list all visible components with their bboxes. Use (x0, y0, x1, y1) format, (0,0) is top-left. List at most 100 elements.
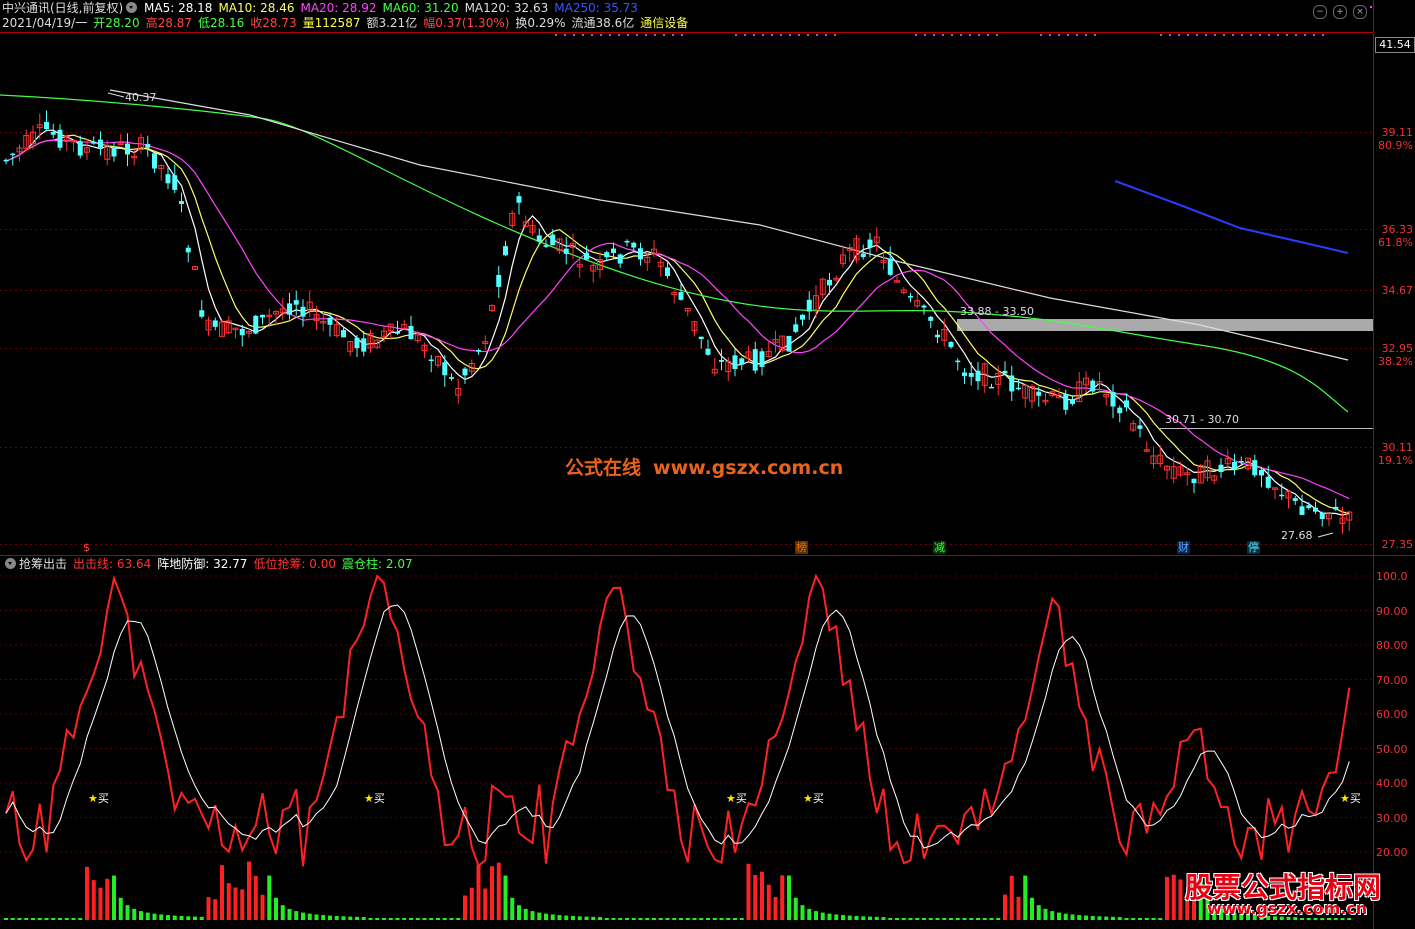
candle (401, 319, 408, 329)
candle (1279, 483, 1285, 500)
candle (509, 210, 516, 229)
candle (651, 239, 657, 257)
candle (253, 314, 259, 335)
candle (442, 355, 448, 387)
dropdown-icon[interactable] (5, 558, 16, 569)
ma-label: MA120: 32.63 (464, 1, 549, 15)
candle (367, 329, 374, 353)
candle (1232, 453, 1237, 476)
axis-tick-label: 32.95 (1381, 342, 1414, 355)
event-marker[interactable]: 榜 (795, 541, 808, 554)
candle (158, 164, 165, 181)
stock-title[interactable]: 中兴通讯(日线,前复权) (2, 1, 123, 15)
candle (1117, 405, 1123, 423)
candle (77, 135, 83, 159)
candle (759, 348, 765, 376)
candle (928, 315, 934, 329)
volume-bars (4, 861, 1352, 920)
axis-tick-label: 61.8% (1378, 236, 1413, 249)
candle (179, 192, 184, 213)
quote-field: 开28.20 (93, 16, 140, 30)
candle (1150, 446, 1157, 469)
candle (786, 335, 792, 352)
quote-field: 量112587 (302, 16, 361, 30)
candle (455, 379, 462, 404)
candle (111, 142, 117, 162)
candle (192, 265, 198, 271)
candle (1326, 513, 1332, 527)
candle (1083, 371, 1089, 393)
quote-field: 高28.87 (145, 16, 192, 30)
window-controls: − + × (1307, 3, 1367, 19)
ma-label: MA60: 31.20 (382, 1, 459, 15)
candle (185, 244, 191, 263)
candle (1170, 456, 1177, 484)
candle (293, 290, 299, 316)
candle (212, 317, 218, 331)
watermark-text: 公式在线 www.gszx.com.cn (565, 453, 843, 480)
buy-signal: ★买 (803, 790, 824, 806)
candle (846, 243, 853, 262)
ma60-line (0, 94, 1349, 413)
indicator-value: 震仓柱: 2.07 (342, 557, 413, 571)
candle (1103, 393, 1110, 406)
candle (894, 276, 900, 284)
event-marker[interactable]: $ (82, 541, 91, 554)
star-icon: ★ (364, 792, 374, 805)
event-marker[interactable]: 减 (933, 541, 946, 554)
candle (981, 362, 988, 393)
minus-icon[interactable]: − (1313, 5, 1327, 19)
candle (705, 339, 711, 356)
axis-tick-label: 27.35 (1381, 538, 1414, 551)
plus-icon[interactable]: + (1333, 5, 1347, 19)
axis-tick-label: 19.1% (1378, 454, 1413, 467)
candle (813, 285, 819, 318)
candle (462, 366, 468, 384)
axis-tick-label: 34.67 (1381, 284, 1414, 297)
candle (482, 335, 489, 350)
osc-tick-label: 20.00 (1376, 846, 1408, 859)
candle (1070, 396, 1075, 406)
candle (1090, 378, 1096, 394)
dropdown-icon[interactable] (126, 2, 138, 13)
event-marker[interactable]: 财 (1177, 541, 1190, 554)
buy-signal: ★买 (1340, 790, 1361, 806)
buy-signal: ★买 (364, 790, 385, 806)
candle (624, 239, 630, 247)
candle (921, 304, 927, 315)
candle (1333, 498, 1339, 511)
candle (489, 304, 495, 313)
buy-label: 买 (97, 792, 109, 805)
candle (657, 256, 664, 277)
candle (1285, 490, 1292, 509)
candle (172, 164, 178, 194)
candle (887, 246, 893, 277)
logo-url: www.gszx.com.cn (1207, 899, 1368, 918)
osc-tick-label: 90.00 (1376, 604, 1408, 618)
indicator-name[interactable]: 抢筹出击 (19, 557, 67, 571)
candle (44, 110, 49, 132)
candle (145, 135, 151, 157)
candle (428, 354, 434, 373)
candle (3, 158, 9, 165)
candle (1292, 495, 1298, 505)
candle (516, 191, 522, 215)
candle (739, 357, 745, 371)
osc-tick-label: 70.00 (1376, 673, 1408, 687)
close-icon[interactable]: × (1353, 5, 1367, 19)
candle (125, 133, 130, 167)
candle (1110, 384, 1116, 419)
indicator-value: 出击线: 63.64 (73, 557, 152, 571)
candle (691, 321, 698, 337)
quote-field: 换0.29% (515, 16, 566, 30)
quote-field: 低28.16 (197, 16, 245, 30)
candle (711, 358, 718, 376)
candle (853, 235, 860, 264)
event-marker[interactable]: 停 (1247, 541, 1260, 554)
candle (361, 331, 367, 357)
candle (1164, 465, 1170, 480)
candle (104, 140, 111, 166)
candle (1224, 449, 1231, 470)
buy-signal: ★买 (726, 790, 747, 806)
star-icon: ★ (803, 792, 813, 805)
